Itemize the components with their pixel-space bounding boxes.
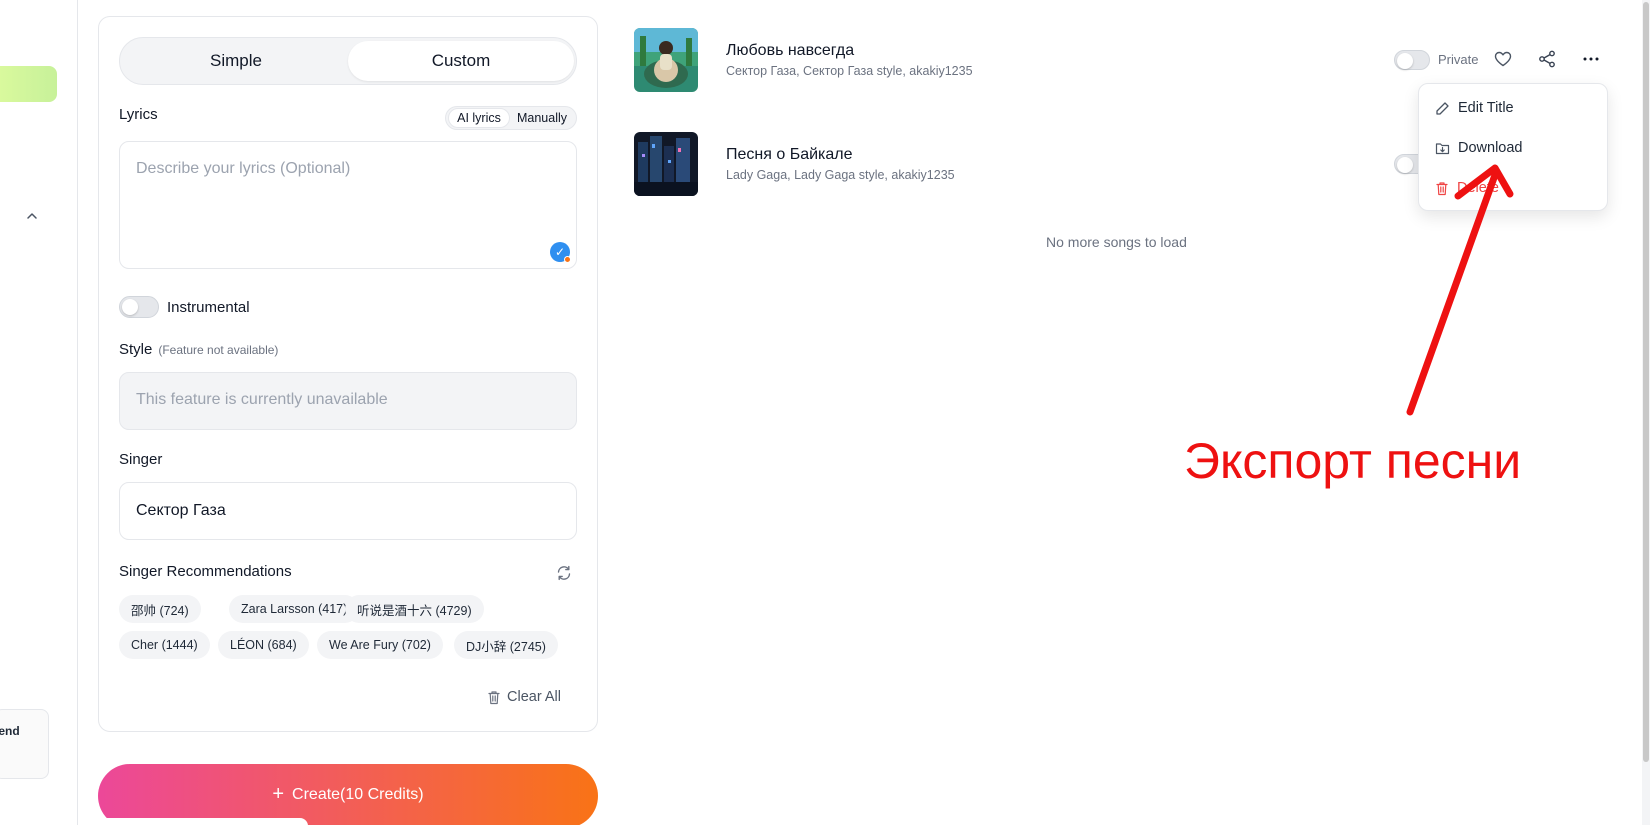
invite-friend-label: iend bbox=[0, 724, 20, 738]
create-button-overlay-tab bbox=[98, 818, 308, 825]
singer-chip[interactable]: Zara Larsson (417) bbox=[229, 595, 360, 623]
like-button[interactable] bbox=[1492, 48, 1514, 70]
recommendations-label: Singer Recommendations bbox=[119, 563, 292, 580]
page-scrollbar[interactable] bbox=[1642, 0, 1650, 825]
share-button[interactable] bbox=[1536, 48, 1558, 70]
singer-chip[interactable]: DJ小辞 (2745) bbox=[454, 631, 558, 659]
style-placeholder: This feature is currently unavailable bbox=[136, 391, 388, 408]
style-input: This feature is currently unavailable bbox=[119, 372, 577, 430]
mode-simple-tab[interactable]: Simple bbox=[123, 41, 349, 81]
left-sidebar: iend bbox=[0, 0, 78, 825]
privacy-toggle[interactable] bbox=[1394, 50, 1430, 70]
lyrics-label: Lyrics bbox=[119, 106, 158, 123]
song-title[interactable]: Песня о Байкале bbox=[726, 146, 853, 164]
pencil-icon bbox=[1436, 101, 1449, 115]
download-menu-item[interactable]: Download bbox=[1435, 136, 1523, 160]
song-meta: Сектор Газа, Сектор Газа style, akakiy12… bbox=[726, 64, 973, 78]
edit-title-menu-item[interactable]: Edit Title bbox=[1435, 96, 1514, 120]
trash-icon bbox=[1436, 181, 1448, 195]
invite-friend-card[interactable]: iend bbox=[0, 709, 49, 779]
download-label: Download bbox=[1458, 140, 1523, 156]
singer-chip[interactable]: We Are Fury (702) bbox=[317, 631, 443, 659]
refresh-icon[interactable] bbox=[555, 564, 573, 582]
song-meta: Lady Gaga, Lady Gaga style, akakiy1235 bbox=[726, 168, 955, 182]
style-label: Style bbox=[119, 341, 153, 358]
privacy-label: Private bbox=[1438, 52, 1479, 67]
more-options-button[interactable] bbox=[1580, 48, 1602, 70]
plus-icon: + bbox=[272, 783, 285, 805]
clear-all-button[interactable]: Clear All bbox=[487, 689, 561, 705]
create-panel: Simple Custom Lyrics AI lyrics Manually … bbox=[98, 16, 598, 732]
sidebar-active-item[interactable] bbox=[0, 66, 57, 102]
instrumental-toggle[interactable] bbox=[119, 296, 159, 318]
delete-label: Delete bbox=[1457, 180, 1499, 196]
singer-label: Singer bbox=[119, 451, 163, 468]
app-root: iend Simple Custom Lyrics AI lyrics Manu… bbox=[0, 0, 1650, 825]
song-title[interactable]: Любовь навсегда bbox=[726, 42, 854, 60]
singer-chip[interactable]: 邵帅 (724) bbox=[119, 595, 201, 623]
create-button-label: Create(10 Credits) bbox=[292, 786, 424, 803]
check-badge-icon[interactable]: ✓ bbox=[550, 242, 571, 263]
mode-switch: Simple Custom bbox=[119, 37, 577, 85]
style-label-row: Style (Feature not available) bbox=[119, 341, 278, 358]
create-button[interactable]: + Create(10 Credits) bbox=[98, 764, 598, 825]
lyrics-placeholder: Describe your lyrics (Optional) bbox=[136, 160, 351, 177]
instrumental-label: Instrumental bbox=[167, 299, 250, 316]
ai-lyrics-option[interactable]: AI lyrics bbox=[448, 108, 510, 128]
chevron-up-icon[interactable] bbox=[24, 208, 40, 224]
heart-icon bbox=[1494, 51, 1512, 67]
song-cover-image[interactable] bbox=[634, 28, 698, 92]
manual-lyrics-option[interactable]: Manually bbox=[510, 108, 574, 128]
annotation-text: Экспорт песни bbox=[1184, 433, 1522, 489]
style-note: (Feature not available) bbox=[158, 343, 279, 357]
song-cover-image[interactable] bbox=[634, 132, 698, 196]
lyrics-mode-switch: AI lyrics Manually bbox=[445, 106, 577, 130]
clear-all-label: Clear All bbox=[507, 689, 561, 705]
singer-chip[interactable]: LÉON (684) bbox=[218, 631, 309, 659]
scrollbar-thumb[interactable] bbox=[1643, 2, 1649, 762]
share-icon bbox=[1539, 50, 1555, 68]
delete-menu-item[interactable]: Delete bbox=[1435, 176, 1499, 200]
song-options-menu: Edit Title Download Delete bbox=[1418, 83, 1608, 211]
singer-chip[interactable]: Cher (1444) bbox=[119, 631, 210, 659]
singer-value: Сектор Газа bbox=[136, 502, 226, 519]
trash-icon bbox=[488, 690, 500, 704]
edit-title-label: Edit Title bbox=[1458, 100, 1514, 116]
more-horizontal-icon bbox=[1583, 57, 1599, 61]
singer-input[interactable]: Сектор Газа bbox=[119, 482, 577, 540]
lyrics-input[interactable]: Describe your lyrics (Optional) ✓ bbox=[119, 141, 577, 269]
no-more-songs-text: No more songs to load bbox=[1046, 234, 1187, 250]
download-folder-icon bbox=[1435, 143, 1450, 155]
singer-chip[interactable]: 听说是酒十六 (4729) bbox=[345, 595, 484, 623]
mode-custom-tab[interactable]: Custom bbox=[348, 41, 574, 81]
